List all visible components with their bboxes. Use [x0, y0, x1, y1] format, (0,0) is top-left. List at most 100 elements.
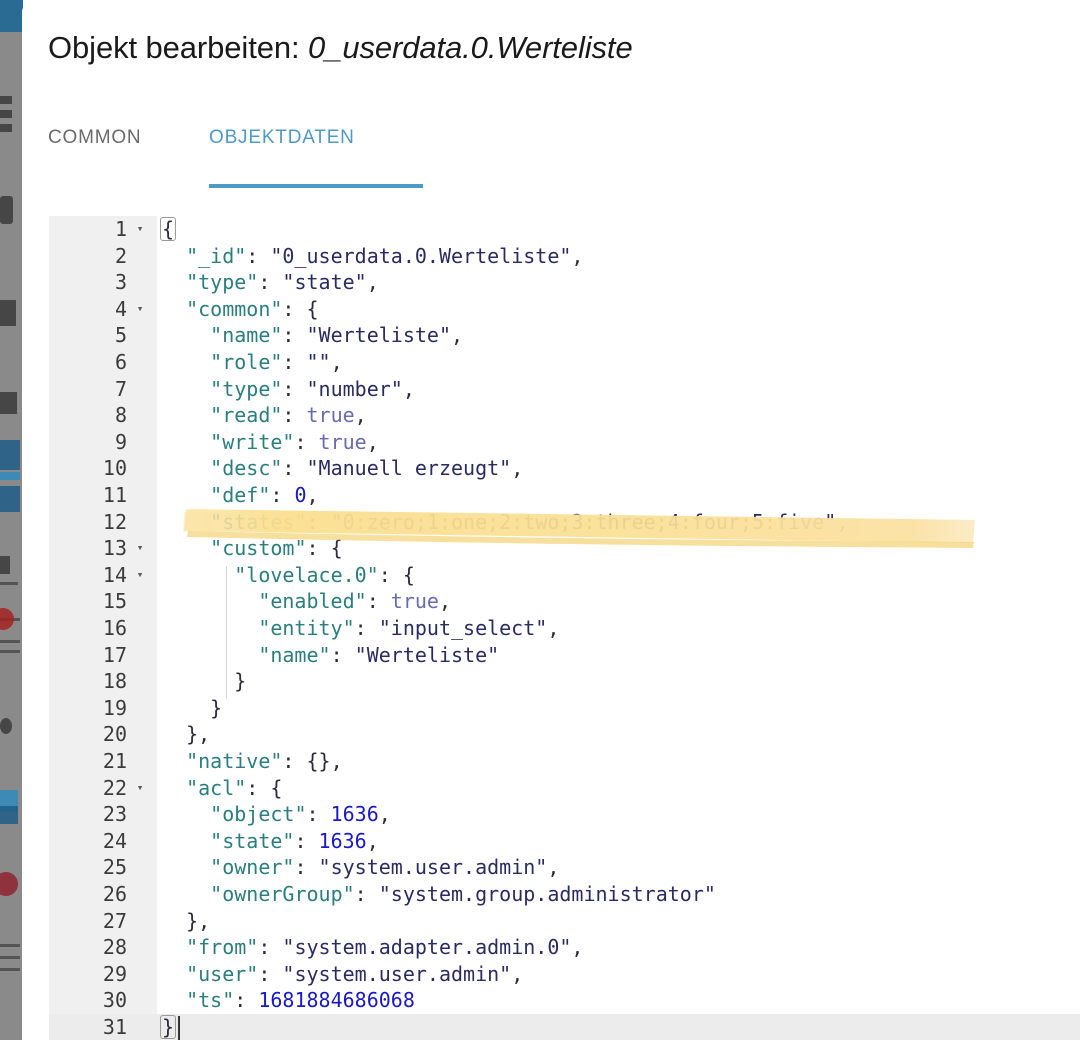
code-line[interactable]: 24 "state": 1636,: [49, 828, 1080, 855]
code-line[interactable]: 14 ▾ "lovelace.0": {: [49, 562, 1080, 589]
background-icon-fragment: [0, 718, 12, 734]
line-number: 18: [102, 669, 127, 694]
code-line-text: "states": "0:zero;1:one;2:two;3:three;4:…: [210, 509, 849, 534]
line-number: 26: [102, 882, 127, 906]
line-number: 1: [114, 217, 127, 241]
code-line-text: "type": "number",: [210, 376, 415, 401]
code-line-text: "ownerGroup": "system.group.administrato…: [210, 882, 716, 906]
indent-guide: [226, 565, 228, 699]
code-fold-toggle-icon[interactable]: ▾: [133, 216, 147, 243]
code-line-text: "name": "Werteliste",: [210, 323, 464, 348]
code-line-text: "entity": "input_select",: [258, 616, 560, 640]
line-number: 16: [102, 616, 127, 640]
code-line[interactable]: 7 "type": "number",: [49, 376, 1080, 403]
code-line[interactable]: 28 "from": "system.adapter.admin.0",: [49, 934, 1080, 961]
line-number: 10: [102, 456, 127, 481]
code-line[interactable]: 4 ▾ "common": {: [49, 296, 1080, 323]
background-icon-fragment: [0, 110, 12, 118]
code-line-text: "desc": "Manuell erzeugt",: [210, 456, 524, 481]
code-line-text: "acl": {: [186, 775, 283, 800]
line-number: 11: [102, 483, 127, 507]
code-line[interactable]: 17 "name": "Werteliste": [49, 642, 1080, 669]
code-line[interactable]: 8 "read": true,: [49, 402, 1080, 429]
code-line-text: "owner": "system.user.admin",: [210, 855, 560, 880]
code-line[interactable]: 27},: [49, 908, 1080, 935]
code-line[interactable]: 19}: [49, 695, 1080, 722]
code-fold-toggle-icon[interactable]: ▾: [133, 296, 147, 323]
code-line[interactable]: 15 "enabled": true,: [49, 588, 1080, 615]
dialog-title-prefix: Objekt bearbeiten:: [48, 30, 309, 65]
background-divider: [0, 968, 20, 971]
background-icon-fragment: [0, 300, 16, 326]
background-icon-fragment: [0, 392, 17, 414]
text-cursor: [178, 1016, 181, 1040]
code-line[interactable]: 22 ▾ "acl": {: [49, 775, 1080, 802]
line-number: 21: [102, 749, 127, 773]
background-status-icon: [0, 872, 18, 896]
background-header-bar: [0, 0, 23, 32]
active-tab-indicator: [209, 184, 423, 188]
code-fold-toggle-icon[interactable]: ▾: [133, 775, 147, 802]
code-line[interactable]: 21 "native": {},: [49, 748, 1080, 775]
line-number: 31: [102, 1015, 127, 1039]
dialog-title: Objekt bearbeiten: 0_userdata.0.Wertelis…: [48, 29, 633, 67]
json-code-editor[interactable]: 1 ▾{2 "_id": "0_userdata.0.Werteliste", 3 "t…: [49, 216, 1080, 1040]
code-line[interactable]: 6 "role": "",: [49, 349, 1080, 376]
code-line[interactable]: 26 "ownerGroup": "system.group.administra…: [49, 881, 1080, 908]
code-line[interactable]: 13 ▾ "custom": {: [49, 535, 1080, 562]
code-line[interactable]: 20},: [49, 721, 1080, 748]
background-icon-fragment: [0, 124, 12, 132]
line-number: 6: [114, 350, 127, 374]
background-divider: [0, 650, 20, 653]
line-number: 25: [102, 855, 127, 880]
line-number: 9: [114, 429, 127, 454]
code-line-text: "user": "system.user.admin",: [186, 961, 524, 986]
code-line-text: "role": "",: [210, 350, 343, 374]
line-number: 13: [102, 536, 127, 561]
line-number: 2: [114, 243, 127, 268]
code-line[interactable]: 16 "entity": "input_select",: [49, 615, 1080, 642]
code-line-text: "enabled": true,: [258, 589, 451, 614]
code-line[interactable]: 31}: [49, 1014, 1080, 1040]
line-number: 14: [102, 562, 127, 587]
code-line-text: },: [186, 722, 211, 747]
line-number: 30: [102, 988, 127, 1013]
code-line[interactable]: 25 "owner": "system.user.admin",: [49, 854, 1080, 881]
code-line[interactable]: 3 "type": "state",: [49, 269, 1080, 296]
line-number: 8: [114, 403, 127, 428]
code-line[interactable]: 9 "write": true,: [49, 429, 1080, 456]
background-status-icon: [0, 608, 14, 630]
edit-object-dialog: Objekt bearbeiten: 0_userdata.0.Wertelis…: [22, 3, 1080, 1040]
tab-objektdaten[interactable]: OBJEKTDATEN: [209, 126, 355, 150]
code-line[interactable]: 1 ▾ {: [49, 216, 1080, 243]
tab-common[interactable]: COMMON: [48, 126, 141, 150]
code-line-text: },: [186, 908, 211, 933]
code-line[interactable]: 12 "states": "0:zero;1:one;2:two;3:three;…: [49, 509, 1080, 536]
code-line[interactable]: 5 "name": "Werteliste",: [49, 322, 1080, 349]
line-number: 24: [102, 828, 127, 853]
code-line[interactable]: 30 "ts": 1681884686068: [49, 987, 1080, 1014]
background-divider: [0, 582, 18, 585]
code-line[interactable]: 29 "user": "system.user.admin",: [49, 961, 1080, 988]
code-line-text: "common": {: [186, 296, 319, 321]
background-divider: [0, 956, 20, 959]
line-number: 3: [114, 270, 127, 295]
background-icon-fragment: [0, 486, 20, 512]
code-line-text: "from": "system.adapter.admin.0",: [186, 935, 584, 960]
background-icon-fragment: [0, 472, 20, 480]
code-fold-toggle-icon[interactable]: ▾: [133, 535, 147, 562]
line-number: 5: [114, 323, 127, 348]
code-line[interactable]: 23 "object": 1636,: [49, 801, 1080, 828]
code-line-text: }: [160, 1015, 177, 1039]
code-line-text: "def": 0,: [210, 483, 319, 507]
line-number: 7: [114, 376, 127, 401]
code-line[interactable]: 10 "desc": "Manuell erzeugt",: [49, 455, 1080, 482]
code-fold-toggle-icon[interactable]: ▾: [133, 562, 147, 589]
background-icon-fragment: [0, 806, 18, 824]
dialog-title-object-id: 0_userdata.0.Werteliste: [308, 30, 633, 65]
code-line[interactable]: 11 "def": 0,: [49, 482, 1080, 509]
code-line-text: "native": {},: [186, 749, 343, 773]
code-line[interactable]: 2 "_id": "0_userdata.0.Werteliste",: [49, 243, 1080, 270]
line-number: 29: [102, 961, 127, 986]
code-line[interactable]: 18}: [49, 668, 1080, 695]
